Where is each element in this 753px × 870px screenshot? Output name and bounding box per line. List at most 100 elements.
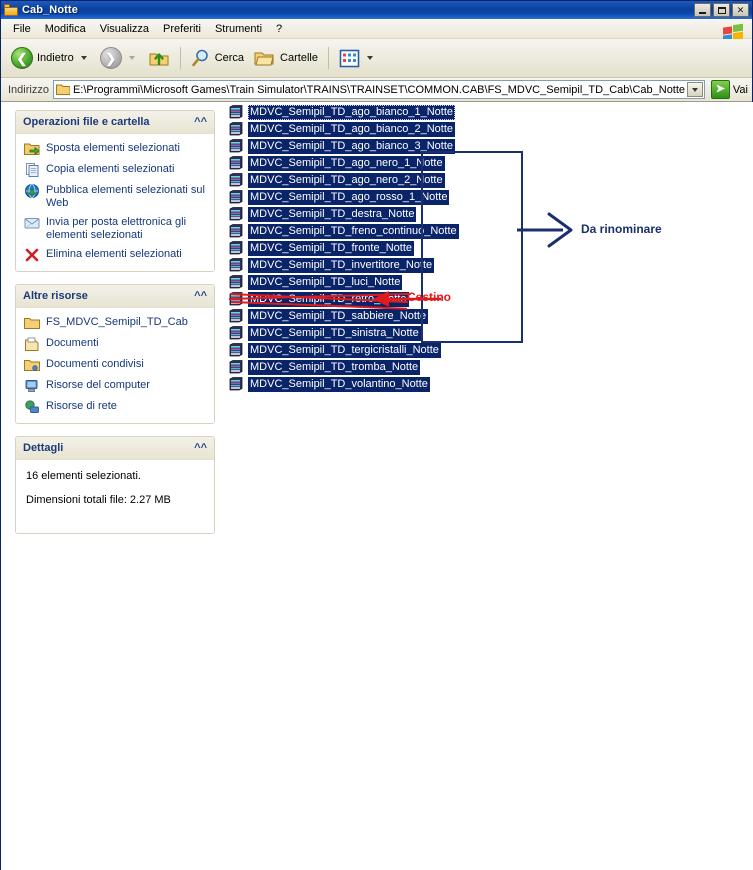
list-item[interactable]: MDVC_Semipil_TD_ago_bianco_3_Notte [229,138,456,155]
address-dropdown-button[interactable] [686,82,703,97]
close-button[interactable]: ✕ [732,3,749,17]
forward-button[interactable]: ❯ [95,42,143,74]
list-item[interactable]: MDVC_Semipil_TD_tromba_Notte [229,359,421,376]
folders-button[interactable]: Cartelle [249,42,323,74]
list-item[interactable]: MDVC_Semipil_TD_ago_bianco_2_Notte [229,121,456,138]
place-label: Documenti [46,337,99,349]
go-label: Vai [732,83,748,96]
list-item[interactable]: MDVC_Semipil_TD_invertitore_Notte [229,257,435,274]
panel-body: FS_MDVC_Semipil_TD_Cab Documenti Documen… [16,308,214,423]
file-name: MDVC_Semipil_TD_luci_Notte [248,275,403,290]
move-icon [24,141,40,157]
menu-modifica[interactable]: Modifica [38,21,93,37]
panel-header[interactable]: Dettagli ^^ [16,437,214,460]
list-item[interactable]: MDVC_Semipil_TD_ago_nero_2_Notte [229,172,445,189]
ace-file-icon [229,122,245,137]
search-icon [191,49,208,67]
toolbar-separator-1 [179,47,181,69]
back-dropdown-icon[interactable] [80,56,87,60]
back-label: Indietro [37,52,74,64]
annotation-arrow-rename [517,212,573,248]
menu-visualizza[interactable]: Visualizza [93,21,156,37]
place-label: FS_MDVC_Semipil_TD_Cab [46,316,188,328]
window-title: Cab_Notte [22,4,78,16]
list-item[interactable]: MDVC_Semipil_TD_sabbiere_Notte [229,308,429,325]
my-computer-icon [24,378,40,394]
place-fs-mdvc-semipil-td-cab[interactable]: FS_MDVC_Semipil_TD_Cab [24,315,208,331]
panel-header[interactable]: Altre risorse ^^ [16,285,214,308]
address-input[interactable]: E:\Programmi\Microsoft Games\Train Simul… [52,80,705,99]
file-name: MDVC_Semipil_TD_volantino_Notte [248,377,430,392]
place-documenti[interactable]: Documenti [24,336,208,352]
chevron-up-icon[interactable]: ^^ [194,290,207,302]
file-name: MDVC_Semipil_TD_sabbiere_Notte [248,309,429,324]
chevron-up-icon[interactable]: ^^ [194,116,207,128]
list-item[interactable]: MDVC_Semipil_TD_sinistra_Notte [229,325,421,342]
publish-web-icon [24,183,40,199]
menu-preferiti[interactable]: Preferiti [156,21,208,37]
list-item[interactable]: MDVC_Semipil_TD_destra_Notte [229,206,417,223]
menu-bar: File Modifica Visualizza Preferiti Strum… [1,19,752,43]
shared-documents-icon [24,357,40,373]
list-item[interactable]: MDVC_Semipil_TD_tergicristalli_Notte [229,342,441,359]
menu-file[interactable]: File [6,21,38,37]
views-dropdown-icon[interactable] [366,56,373,60]
forward-dropdown-icon[interactable] [128,56,135,60]
file-name: MDVC_Semipil_TD_ago_nero_1_Notte [248,156,445,171]
ace-file-icon [229,258,245,273]
panel-body: Sposta elementi selezionati Copia elemen… [16,134,214,271]
ace-file-icon [229,326,245,341]
folder-icon [24,315,40,331]
file-name: MDVC_Semipil_TD_ago_rosso_1_Notte [248,190,450,205]
minimize-button[interactable] [694,3,711,17]
email-icon [24,215,40,231]
search-button[interactable]: Cerca [186,42,249,74]
ace-file-icon [229,360,245,375]
folder-icon [55,84,70,95]
menu-strumenti[interactable]: Strumenti [208,21,269,37]
address-label: Indirizzo [8,83,49,96]
go-button[interactable]: ➤ Vai [709,80,748,99]
list-item[interactable]: MDVC_Semipil_TD_fronte_Notte [229,240,415,257]
list-item[interactable]: MDVC_Semipil_TD_luci_Notte [229,274,403,291]
list-item[interactable]: MDVC_Semipil_TD_ago_nero_1_Notte [229,155,445,172]
maximize-button[interactable] [713,3,730,17]
address-bar: Indirizzo E:\Programmi\Microsoft Games\T… [1,78,752,102]
chevron-up-icon[interactable]: ^^ [194,442,207,454]
file-name: MDVC_Semipil_TD_ago_bianco_3_Notte [248,139,456,154]
list-item[interactable]: MDVC_Semipil_TD_freno_continuo_Notte [229,223,459,240]
ace-file-icon [229,156,245,171]
list-item[interactable]: MDVC_Semipil_TD_ago_bianco_1_Notte [229,104,456,121]
address-path-text: E:\Programmi\Microsoft Games\Train Simul… [72,83,686,96]
place-risorse-del-computer[interactable]: Risorse del computer [24,378,208,394]
list-item[interactable]: MDVC_Semipil_TD_volantino_Notte [229,376,430,393]
panel-header[interactable]: Operazioni file e cartella ^^ [16,111,214,134]
file-name: MDVC_Semipil_TD_freno_continuo_Notte [248,224,459,239]
panel-title: Dettagli [23,442,64,454]
content-area: Operazioni file e cartella ^^ Sposta ele… [1,102,753,870]
place-documenti-condivisi[interactable]: Documenti condivisi [24,357,208,373]
ace-file-icon [229,207,245,222]
task-copy-selected-items[interactable]: Copia elementi selezionati [24,162,208,178]
back-button[interactable]: ❮ Indietro [6,42,95,74]
task-email-selected-items[interactable]: Invia per posta elettronica gli elementi… [24,215,208,242]
ace-file-icon [229,241,245,256]
menu-help[interactable]: ? [269,21,289,37]
title-bar: Cab_Notte ✕ [1,1,752,19]
file-list: MDVC_Semipil_TD_ago_bianco_1_Notte MDVC_… [228,102,753,870]
list-item[interactable]: MDVC_Semipil_TD_ago_rosso_1_Notte [229,189,450,206]
file-name: MDVC_Semipil_TD_ago_nero_2_Notte [248,173,445,188]
up-button[interactable] [143,42,175,74]
ace-file-icon [229,139,245,154]
views-button[interactable] [334,42,381,74]
place-risorse-di-rete[interactable]: Risorse di rete [24,399,208,415]
ace-file-icon [229,190,245,205]
folders-icon [254,52,274,66]
file-name: MDVC_Semipil_TD_tergicristalli_Notte [248,343,441,358]
task-label: Elimina elementi selezionati [46,248,182,260]
task-delete-selected-items[interactable]: Elimina elementi selezionati [24,247,208,263]
task-publish-to-web[interactable]: Pubblica elementi selezionati sul Web [24,183,208,210]
task-move-selected-items[interactable]: Sposta elementi selezionati [24,141,208,157]
panel-title: Altre risorse [23,290,88,302]
ace-file-icon [229,343,245,358]
